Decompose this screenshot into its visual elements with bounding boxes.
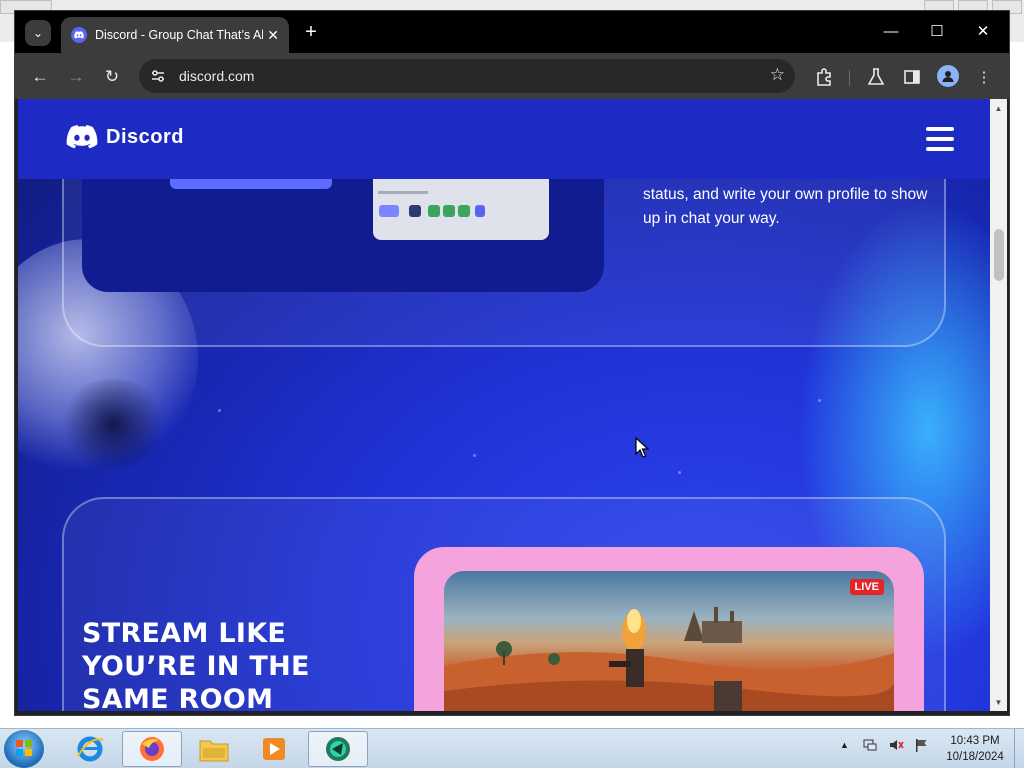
profile-description: status, and write your own profile to sh… [643,186,928,227]
windows-logo-icon [16,740,32,756]
badge-icon [475,205,485,217]
clock-date: 10/18/2024 [946,751,1004,763]
reload-button[interactable]: ↻ [99,64,125,90]
firefox-icon[interactable] [122,731,182,767]
mouse-cursor-icon [635,437,649,458]
profile-icon[interactable] [937,65,959,87]
profile-mini-card [373,179,549,240]
mini-card-label [378,191,428,194]
volume-muted-icon[interactable] [888,737,904,753]
hamburger-menu-icon[interactable] [926,127,956,151]
taskbar-clock[interactable]: 10:43 PM 10/18/2024 [940,733,1010,765]
badge-icon [379,205,399,217]
browser-toolbar: ← → ↻ discord.com ☆ ⋮ [15,53,1009,99]
live-badge: LIVE [849,579,884,595]
hamburger-line [926,147,954,151]
badge-icon [458,205,470,217]
close-window-button[interactable]: ✕ [961,17,1005,45]
page-viewport: status, and write your own profile to sh… [18,99,990,711]
site-navbar: Discord [18,99,990,179]
media-player-icon[interactable] [244,731,304,767]
system-tray: ▲ [840,737,929,753]
background-shadow [58,379,168,469]
address-bar[interactable]: discord.com ☆ [139,59,795,93]
extensions-icon[interactable] [811,64,837,90]
tray-expand-icon[interactable]: ▲ [840,740,849,750]
discord-icon [71,27,87,43]
minimize-button[interactable]: — [869,17,913,45]
browser-app-icon[interactable] [308,731,368,767]
tab-title: Discord - Group Chat That’s All Fun & Ga… [95,28,263,42]
star-dot [218,409,221,412]
browser-window: ⌄ Discord - Group Chat That’s All Fun & … [14,10,1010,716]
new-tab-button[interactable]: + [299,20,323,44]
side-panel-icon[interactable] [899,64,925,90]
tab-search-button[interactable]: ⌄ [25,20,51,46]
menu-icon[interactable]: ⋮ [971,64,997,90]
internet-explorer-icon[interactable] [60,731,120,767]
star-dot [678,471,681,474]
badge-icon [409,205,421,217]
network-icon[interactable] [862,737,878,753]
badge-icon [443,205,455,217]
hamburger-line [926,137,954,141]
page-scrollbar[interactable]: ▲ ▼ [990,99,1007,711]
star-dot [818,399,821,402]
back-button[interactable]: ← [27,64,53,90]
tune-icon[interactable] [149,67,167,85]
preview-element [170,179,332,189]
tab-discord[interactable]: Discord - Group Chat That’s All Fun & Ga… [61,17,289,53]
url-text: discord.com [179,68,255,84]
scroll-up-arrow[interactable]: ▲ [990,101,1007,115]
show-desktop-button[interactable] [1014,729,1024,768]
close-icon[interactable]: ✕ [267,27,279,44]
tab-strip: ⌄ Discord - Group Chat That’s All Fun & … [15,11,1009,53]
star-dot [473,454,476,457]
stream-preview-image: LIVE [444,571,894,711]
badge-icon [428,205,440,217]
brand-name: Discord [106,125,184,148]
bookmark-star-icon[interactable]: ☆ [770,65,785,85]
scrollbar-thumb[interactable] [994,229,1004,281]
maximize-button[interactable]: ☐ [915,17,959,45]
scroll-down-arrow[interactable]: ▼ [990,695,1007,709]
discord-icon [66,125,98,149]
stream-heading: STREAM LIKE YOU’RE IN THE SAME ROOM [82,618,310,711]
toolbar-separator [849,70,850,86]
hamburger-line [926,127,954,131]
clock-time: 10:43 PM [950,735,1000,747]
file-explorer-icon[interactable] [184,731,244,767]
labs-icon[interactable] [863,64,889,90]
forward-button[interactable]: → [63,64,89,90]
discord-logo[interactable]: Discord [66,125,184,149]
action-center-flag-icon[interactable] [913,737,929,753]
windows-taskbar: ▲ 10:43 PM 10/18/2024 [0,728,1024,768]
start-button[interactable] [4,730,44,768]
game-scene [444,607,894,711]
